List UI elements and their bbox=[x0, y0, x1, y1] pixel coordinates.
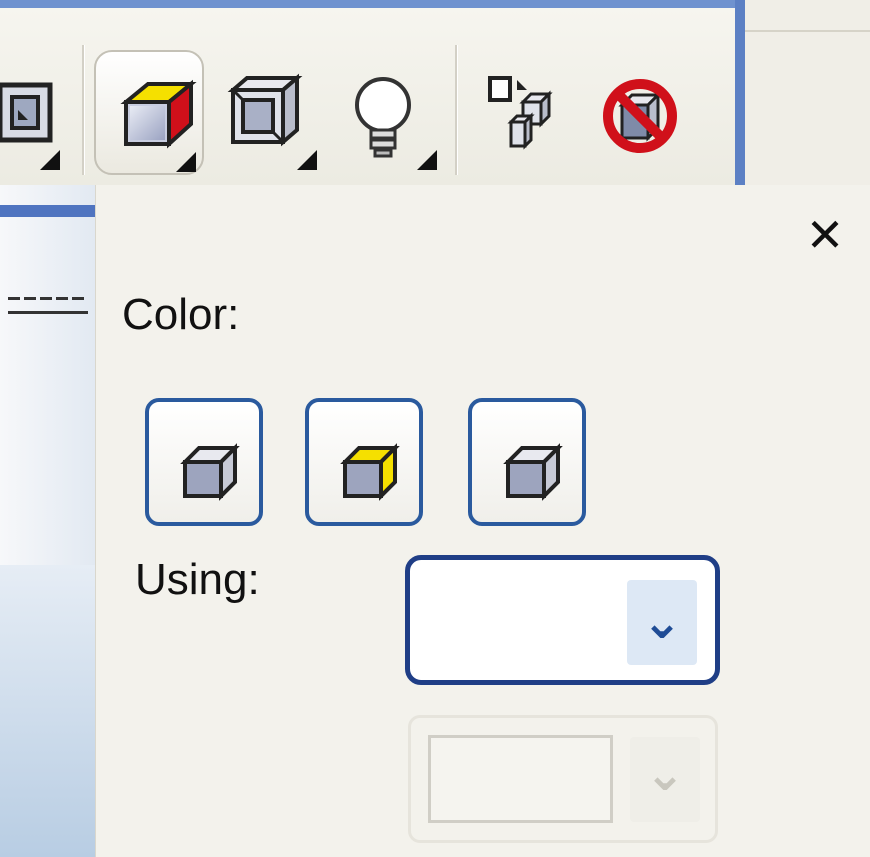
using-label: Using: bbox=[135, 555, 260, 604]
bevel-depth-button[interactable] bbox=[215, 50, 325, 175]
close-button[interactable]: ✕ bbox=[800, 210, 850, 260]
solid-fill-icon bbox=[340, 443, 400, 501]
panel-title-bar bbox=[0, 205, 95, 217]
toolbar-separator bbox=[82, 45, 85, 175]
color-shading-icon bbox=[503, 443, 563, 501]
flyout-arrow-icon bbox=[40, 150, 60, 170]
toolbar-edge bbox=[735, 0, 745, 185]
flyout-arrow-icon bbox=[176, 152, 196, 172]
solid-fill-button[interactable] bbox=[305, 398, 423, 526]
color-label: Color: bbox=[122, 290, 240, 339]
flyout-arrow-icon bbox=[417, 150, 437, 170]
toolbar-separator bbox=[455, 45, 458, 175]
disabled-color-dropdown bbox=[428, 735, 613, 823]
page-gradient bbox=[0, 565, 95, 857]
drawing-page-area bbox=[0, 185, 95, 857]
flyout-arrow-icon bbox=[297, 150, 317, 170]
dropdown-arrow-button[interactable]: ⌄ bbox=[627, 580, 697, 665]
clear-extrude-icon bbox=[603, 79, 677, 153]
copy-extrude-properties-icon bbox=[488, 76, 553, 150]
lighting-button[interactable] bbox=[335, 50, 445, 175]
align-lines-icon bbox=[8, 297, 88, 325]
use-object-fill-icon bbox=[180, 443, 240, 501]
extrude-color-button[interactable] bbox=[94, 50, 204, 175]
copy-extrude-button[interactable] bbox=[475, 50, 585, 175]
color-shading-button[interactable] bbox=[468, 398, 586, 526]
clear-extrude-button[interactable] bbox=[592, 50, 702, 175]
use-object-fill-button[interactable] bbox=[145, 398, 263, 526]
disabled-chevron-down-icon: ⌄ bbox=[630, 737, 700, 822]
chevron-down-icon: ⌄ bbox=[641, 594, 683, 650]
bevel-button[interactable] bbox=[0, 50, 70, 175]
using-dropdown[interactable]: ⌄ bbox=[405, 555, 720, 685]
window-chrome bbox=[745, 0, 870, 185]
